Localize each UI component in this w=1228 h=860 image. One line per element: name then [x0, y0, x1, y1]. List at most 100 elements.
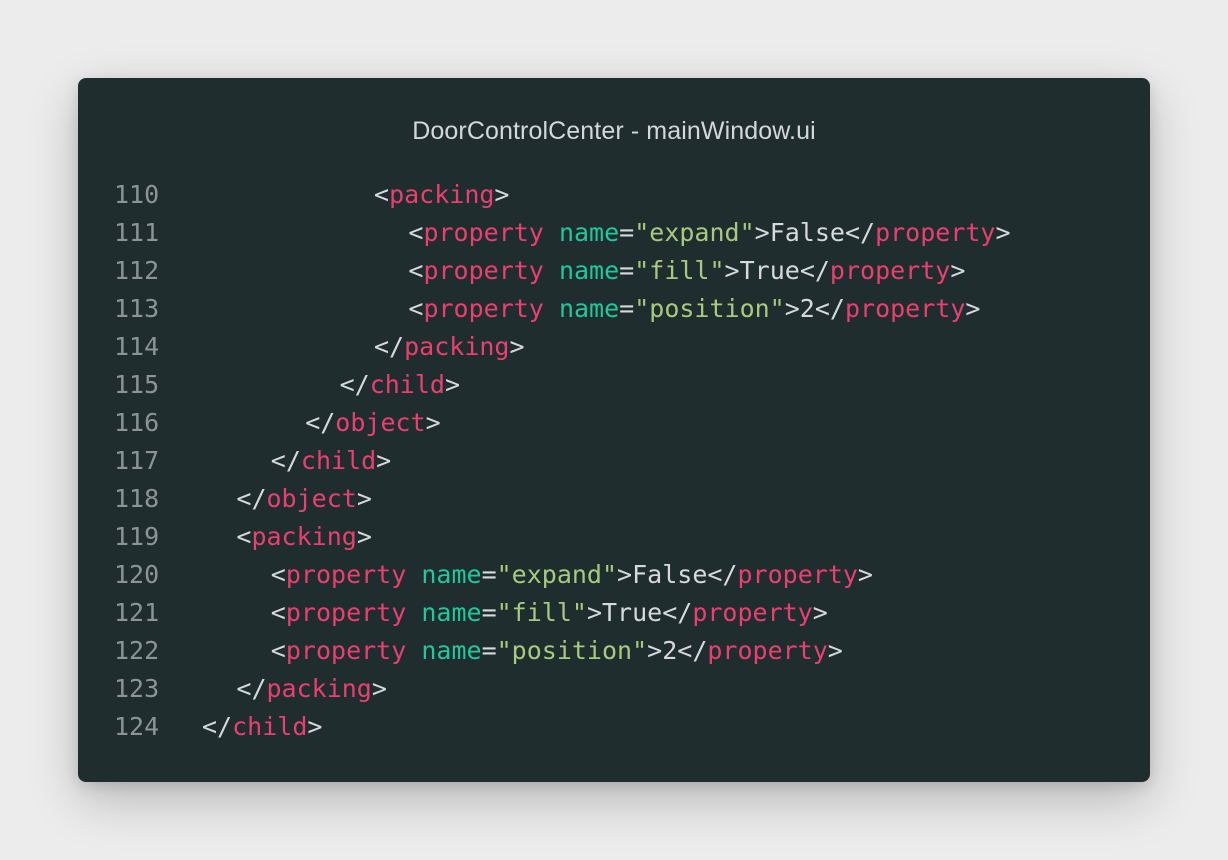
code-token: property: [875, 218, 996, 247]
code-token: name: [421, 636, 482, 665]
code-token: >: [425, 408, 441, 437]
line-number: 123: [114, 674, 160, 703]
code-text: </child>: [202, 708, 322, 746]
code-token: object: [266, 484, 357, 513]
code-token: >: [356, 522, 372, 551]
code-text: <packing>: [236, 518, 371, 556]
code-token: "position": [634, 294, 785, 323]
code-token: name: [558, 294, 620, 323]
code-token: =: [619, 294, 635, 323]
code-token: </: [305, 408, 336, 437]
line-number: 117: [114, 446, 160, 475]
line-number: 112: [114, 256, 160, 285]
code-token: object: [335, 408, 426, 437]
code-token: </: [814, 294, 845, 323]
code-token: 2: [799, 294, 815, 323]
code-text: </packing>: [374, 328, 525, 366]
code-token: </: [844, 218, 876, 247]
code-token: name: [558, 218, 620, 247]
code-token: >: [950, 256, 966, 285]
code-token: property: [423, 294, 544, 323]
code-token: >: [586, 598, 602, 627]
code-token: child: [369, 370, 445, 399]
window-title: DoorControlCenter - mainWindow.ui: [412, 117, 816, 145]
code-token: >: [724, 256, 740, 285]
code-token: property: [737, 560, 858, 589]
code-token: packing: [389, 180, 495, 209]
code-token: child: [232, 712, 308, 741]
code-token: property: [423, 218, 544, 247]
code-line: 114 </packing>: [78, 328, 1150, 366]
code-token: name: [421, 598, 482, 627]
code-token: "fill": [496, 598, 587, 627]
code-token: <: [270, 560, 286, 589]
line-number: 122: [114, 636, 160, 665]
code-token: <: [408, 218, 424, 247]
code-token: <: [408, 256, 424, 285]
line-number: 118: [114, 484, 160, 513]
code-line: 121 <property name="fill">True</property>: [78, 594, 1150, 632]
code-token: property: [707, 636, 828, 665]
code-token: packing: [266, 674, 372, 703]
line-number: 111: [114, 218, 160, 247]
code-token: True: [739, 256, 800, 285]
code-token: >: [376, 446, 392, 475]
code-token: =: [481, 636, 497, 665]
code-token: </: [236, 674, 267, 703]
code-line: 119 <packing>: [78, 518, 1150, 556]
code-token: </: [677, 636, 708, 665]
code-token: child: [300, 446, 377, 475]
line-number: 116: [114, 408, 160, 437]
code-token: >: [857, 560, 873, 589]
code-token: =: [481, 560, 497, 589]
code-token: "position": [496, 636, 648, 665]
code-text: </object>: [236, 480, 371, 518]
code-token: property: [285, 560, 407, 589]
code-text: </child>: [271, 442, 391, 480]
code-token: <: [270, 636, 286, 665]
code-token: =: [619, 256, 635, 285]
code-token: "expand": [634, 218, 755, 247]
code-line: 124 </child>: [78, 708, 1150, 746]
code-token: >: [444, 370, 461, 399]
code-line: 122 <property name="position">2</property…: [78, 632, 1150, 670]
code-token: >: [509, 332, 525, 361]
code-text: <property name="fill">True</property>: [271, 594, 828, 632]
code-token: True: [602, 598, 663, 627]
code-token: >: [995, 218, 1011, 247]
code-token: property: [285, 636, 407, 665]
code-token: </: [374, 332, 405, 361]
code-editor: 110 <packing> 111 <property name="expand">F…: [78, 176, 1150, 746]
code-text: </packing>: [236, 670, 387, 708]
code-token: False: [632, 560, 708, 589]
code-line: 116 </object>: [78, 404, 1150, 442]
code-token: </: [707, 560, 738, 589]
code-text: <property name="position">2</property>: [408, 290, 980, 328]
code-token: </: [339, 370, 370, 399]
code-token: >: [617, 560, 633, 589]
code-text: <property name="expand">False</property>: [271, 556, 873, 594]
code-line: 118 </object>: [78, 480, 1150, 518]
code-line: 110 <packing>: [78, 176, 1150, 214]
code-token: >: [827, 636, 843, 665]
code-line: 115 </child>: [78, 366, 1150, 404]
code-token: >: [307, 712, 323, 741]
code-token: packing: [404, 332, 510, 361]
line-number: 113: [114, 294, 160, 323]
code-text: </child>: [340, 366, 460, 404]
code-line: 113 <property name="position">2</property…: [78, 290, 1150, 328]
code-text: <packing>: [374, 176, 509, 214]
code-token: property: [829, 256, 951, 285]
code-line: 111 <property name="expand">False</proper…: [78, 214, 1150, 252]
code-token: </: [662, 598, 693, 627]
line-number: 121: [114, 598, 160, 627]
code-token: 2: [662, 636, 678, 665]
code-token: </: [799, 256, 830, 285]
code-token: <: [374, 180, 390, 209]
code-token: =: [481, 598, 497, 627]
